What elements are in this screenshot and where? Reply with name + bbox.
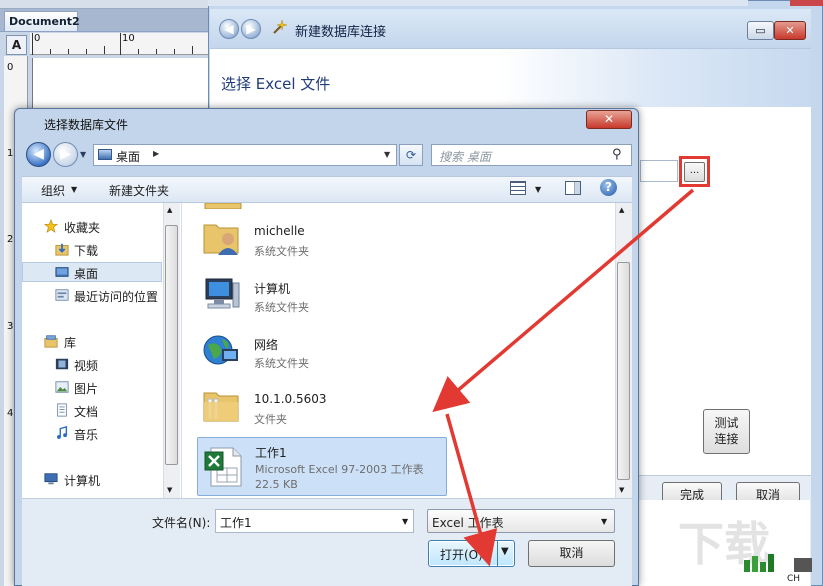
downloads-folder-icon [55,243,69,256]
network-icon [203,335,238,365]
nav-forward-button[interactable]: ▶ [53,142,78,167]
file-name: 网络 [254,338,279,352]
desktop-icon [55,267,69,277]
filename-value: 工作1 [220,516,252,530]
navigation-pane [22,203,182,498]
ruler-tick-label: 10 [122,33,135,44]
forward-button[interactable]: ▶ [241,19,261,39]
nav-videos[interactable]: 视频 [74,357,98,374]
maximize-button[interactable]: ▭ [747,21,774,40]
chevron-down-icon[interactable]: ▼ [601,517,607,526]
connection-dialog-title: 新建数据库连接 [295,25,387,40]
filename-label: 文件名(N): [152,516,211,530]
cancel-button[interactable]: 取消 [528,540,615,567]
stacked-window-close-button[interactable] [790,0,823,6]
library-icon [44,335,58,348]
document-tab[interactable]: Document2 [4,11,80,31]
watermark-logo: 下载 [628,500,810,586]
chevron-down-icon[interactable]: ▼ [402,517,408,526]
address-crumb[interactable]: 桌面 [116,148,140,165]
excel-file-icon [204,447,242,487]
nav-favorites[interactable]: 收藏夹 [64,219,100,236]
computer-icon [44,473,58,485]
open-dropdown-icon[interactable]: ▼ [501,546,509,557]
nav-back-button[interactable]: ◀ [26,142,51,167]
ruler-tick-label: 0 [7,62,14,73]
text-tool-button[interactable]: A [6,35,27,55]
nav-desktop[interactable]: 桌面 [74,265,98,282]
scroll-up-icon[interactable]: ▲ [619,206,624,214]
file-type: 系统文件夹 [254,245,309,258]
file-type: 系统文件夹 [254,357,309,370]
open-button-label: 打开(O) [440,548,483,562]
file-name: 10.1.0.5603 [254,392,327,406]
desktop-icon [98,149,112,160]
refresh-button[interactable]: ⟳ [399,144,423,166]
search-icon[interactable]: ⚲ [612,147,622,162]
nav-libraries[interactable]: 库 [64,334,76,351]
stacked-window-titlebar [208,0,748,6]
documents-icon [57,403,67,417]
ruler-tick-label: 0 [34,33,41,44]
horizontal-ruler: 0 10 [30,33,212,55]
pictures-icon [55,381,69,393]
recent-locations-dropdown[interactable]: ▼ [80,150,86,159]
file-dialog-close-button[interactable]: ✕ [586,110,632,129]
folder-icon [204,203,242,209]
open-split-divider [497,541,498,566]
scroll-up-icon[interactable]: ▲ [167,206,172,214]
wizard-icon [273,19,288,34]
nav-downloads[interactable]: 下载 [74,242,98,259]
file-list-scroll-thumb[interactable] [617,262,630,480]
star-icon [44,219,58,233]
nav-recent-places[interactable]: 最近访问的位置 [74,288,158,305]
nav-pictures[interactable]: 图片 [74,380,98,397]
computer-icon [205,278,240,309]
new-folder-button[interactable]: 新建文件夹 [109,182,169,199]
close-button[interactable]: ✕ [774,21,806,40]
list-item[interactable]: michelle 系统文件夹 [197,214,447,266]
scroll-down-icon[interactable]: ▼ [167,486,172,494]
test-connection-button[interactable]: 测试 连接 [703,409,750,454]
back-button[interactable]: ◀ [219,19,239,39]
file-name: michelle [254,224,305,238]
file-path-input[interactable] [640,160,678,182]
nav-music[interactable]: 音乐 [74,426,98,443]
watermark-bars [744,554,812,572]
doc-toolbar-strip [0,0,210,9]
filetype-value: Excel 工作表 [432,516,504,530]
step-heading: 选择 Excel 文件 [221,75,331,93]
view-options-icon[interactable] [510,181,526,195]
file-name: 计算机 [254,282,291,296]
file-type: 文件夹 [254,413,287,426]
search-placeholder: 搜索 桌面 [439,150,491,164]
user-folder-icon [203,224,239,255]
help-icon[interactable]: ? [600,179,617,196]
scroll-down-icon[interactable]: ▼ [619,486,624,494]
nav-computer[interactable]: 计算机 [64,472,100,489]
language-indicator: CH [787,574,801,584]
organize-button[interactable]: 组织 [41,182,65,199]
nav-documents[interactable]: 文档 [74,403,98,420]
file-name: 工作1 [255,446,287,460]
list-item[interactable]: 计算机 系统文件夹 [197,270,447,322]
file-type: 系统文件夹 [254,301,309,314]
chevron-down-icon[interactable]: ▼ [71,185,77,194]
chevron-down-icon[interactable]: ▼ [535,185,541,194]
preview-pane-icon[interactable] [565,181,581,195]
videos-icon [55,358,69,370]
list-item[interactable]: 10.1.0.5603 文件夹 [197,382,447,434]
file-size: 22.5 KB [255,478,298,491]
annotation-highlight-box [679,156,710,187]
file-dialog-title: 选择数据库文件 [44,118,129,132]
chevron-right-icon[interactable]: ▶ [153,149,159,158]
address-dropdown-icon[interactable]: ▼ [384,150,390,159]
file-type: Microsoft Excel 97-2003 工作表 [255,463,424,476]
music-icon [57,426,68,439]
recent-places-icon [55,289,69,301]
folder-icon [203,392,239,422]
nav-scroll-thumb[interactable] [165,225,178,465]
list-item-selected[interactable]: 工作1 Microsoft Excel 97-2003 工作表 22.5 KB [197,437,447,496]
list-item[interactable]: 网络 系统文件夹 [197,326,447,378]
